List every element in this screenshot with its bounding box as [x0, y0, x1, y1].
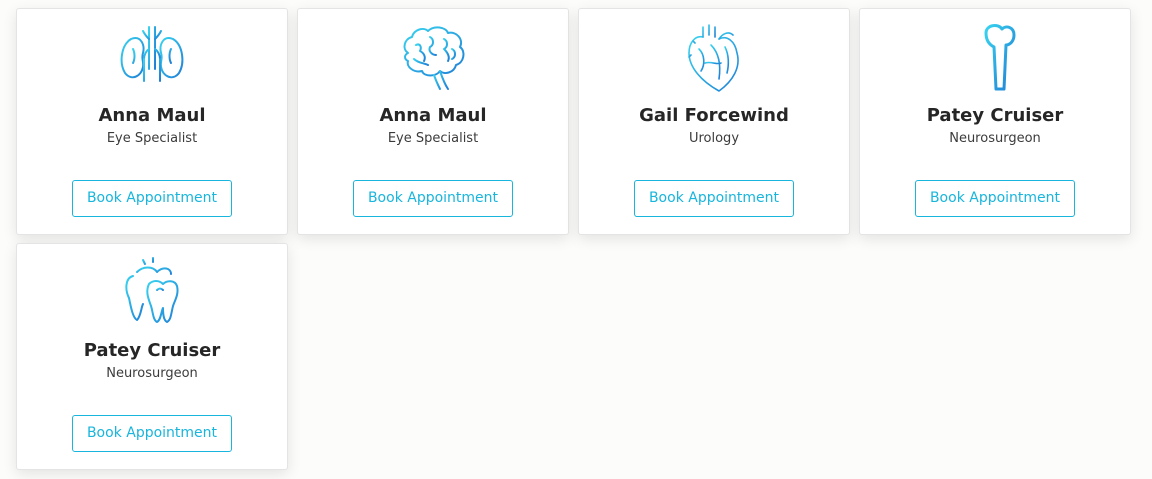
doctor-specialty: Urology: [688, 131, 740, 146]
doctor-card: Gail Forcewind Urology Book Appointment: [578, 8, 850, 235]
brain-icon: [394, 19, 472, 97]
book-appointment-button[interactable]: Book Appointment: [72, 180, 232, 217]
book-appointment-button[interactable]: Book Appointment: [915, 180, 1075, 217]
doctor-specialty: Neurosurgeon: [106, 366, 198, 381]
book-appointment-button[interactable]: Book Appointment: [72, 415, 232, 452]
doctor-card-grid: Anna Maul Eye Specialist Book Appointmen…: [16, 8, 1131, 470]
doctor-name: Patey Cruiser: [926, 105, 1064, 126]
doctor-card: Patey Cruiser Neurosurgeon Book Appointm…: [16, 243, 288, 470]
doctor-name: Anna Maul: [379, 105, 487, 126]
doctor-name: Patey Cruiser: [83, 340, 221, 361]
teeth-icon: [113, 254, 191, 332]
doctor-specialty: Eye Specialist: [387, 131, 479, 146]
book-appointment-button[interactable]: Book Appointment: [634, 180, 794, 217]
doctor-specialty: Neurosurgeon: [949, 131, 1041, 146]
doctor-card: Patey Cruiser Neurosurgeon Book Appointm…: [859, 8, 1131, 235]
heart-icon: [675, 19, 753, 97]
bone-icon: [956, 19, 1034, 97]
doctor-name: Anna Maul: [98, 105, 206, 126]
doctor-specialty: Eye Specialist: [106, 131, 198, 146]
book-appointment-button[interactable]: Book Appointment: [353, 180, 513, 217]
doctor-card: Anna Maul Eye Specialist Book Appointmen…: [297, 8, 569, 235]
doctor-card: Anna Maul Eye Specialist Book Appointmen…: [16, 8, 288, 235]
doctor-name: Gail Forcewind: [639, 105, 789, 126]
kidneys-icon: [113, 19, 191, 97]
